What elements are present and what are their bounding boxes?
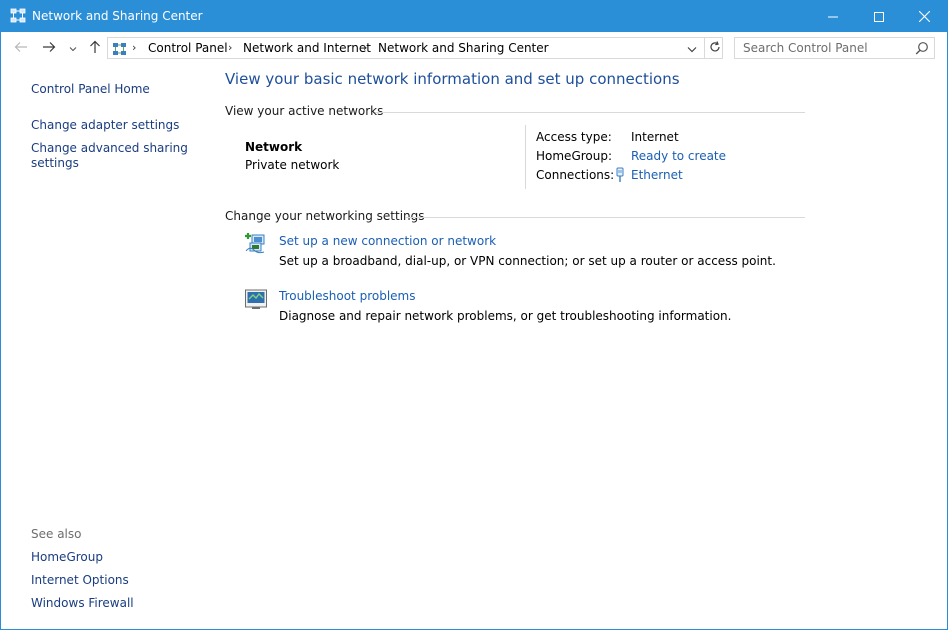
windows-firewall-link[interactable]: Windows Firewall [31,596,134,611]
network-name: Network [245,140,303,154]
new-connection-icon [244,231,268,255]
breadcrumb-network-and-internet[interactable]: Network and Internet [243,41,371,55]
title-bar: Network and Sharing Center [1,1,947,32]
window-title: Network and Sharing Center [32,9,203,23]
forward-arrow-icon [42,41,56,56]
change-adapter-settings-link[interactable]: Change adapter settings [31,118,179,133]
search-box [734,37,935,59]
navigation-bar: › Control Panel › Network and Internet ›… [1,32,947,65]
maximize-button[interactable] [856,1,902,32]
troubleshoot-problems-description: Diagnose and repair network problems, or… [279,309,732,323]
forward-button[interactable] [39,38,59,58]
close-button[interactable] [901,1,947,32]
ethernet-icon[interactable] [615,167,625,183]
connections-label: Connections: [536,168,615,182]
change-advanced-sharing-settings-link[interactable]: Change advanced sharing settings [31,141,191,171]
setup-new-connection-description: Set up a broadband, dial-up, or VPN conn… [279,254,776,268]
up-button[interactable] [85,38,105,58]
internet-options-link[interactable]: Internet Options [31,573,129,588]
search-input[interactable] [735,38,910,58]
breadcrumb-chevron-icon[interactable]: › [363,41,367,54]
homegroup-ready-to-create-link[interactable]: Ready to create [631,149,726,163]
address-dropdown-button[interactable] [684,42,700,56]
chevron-down-icon [687,42,697,56]
setup-new-connection-link[interactable]: Set up a new connection or network [279,234,496,248]
network-properties-divider [525,125,526,189]
chevron-down-icon [69,41,77,55]
page-title: View your basic network information and … [225,70,680,88]
breadcrumb-chevron-icon[interactable]: › [132,41,136,54]
address-bar[interactable]: › Control Panel › Network and Internet ›… [107,37,723,59]
control-panel-icon [112,41,128,57]
back-button[interactable] [11,38,31,58]
networking-settings-header: Change your networking settings [225,209,425,223]
access-type-label: Access type: [536,130,612,144]
breadcrumb-chevron-icon[interactable]: › [228,41,232,54]
minimize-button[interactable] [810,1,856,32]
see-also-label: See also [31,527,82,541]
up-arrow-icon [89,40,101,57]
left-task-pane: Control Panel Home Change adapter settin… [1,65,211,629]
back-arrow-icon [14,41,28,56]
homegroup-label: HomeGroup: [536,149,613,163]
network-category: Private network [245,158,340,172]
breadcrumb-control-panel[interactable]: Control Panel [148,41,228,55]
access-type-value: Internet [631,130,679,144]
refresh-icon [709,40,721,56]
section-divider [406,217,805,218]
search-icon[interactable] [915,41,929,55]
section-divider [375,112,805,113]
breadcrumb-network-and-sharing-center[interactable]: Network and Sharing Center [378,41,549,55]
control-panel-home-link[interactable]: Control Panel Home [31,82,150,97]
homegroup-link[interactable]: HomeGroup [31,550,103,565]
ethernet-connection-link[interactable]: Ethernet [631,168,683,182]
troubleshoot-problems-link[interactable]: Troubleshoot problems [279,289,415,303]
troubleshoot-icon [244,287,268,311]
recent-locations-button[interactable] [65,38,81,58]
network-center-app-icon [10,8,26,24]
main-content: View your basic network information and … [225,65,925,629]
network-sharing-center-window: Network and Sharing Center › Control Pan… [0,0,948,630]
active-networks-header: View your active networks [225,104,384,118]
refresh-button[interactable] [704,38,724,58]
